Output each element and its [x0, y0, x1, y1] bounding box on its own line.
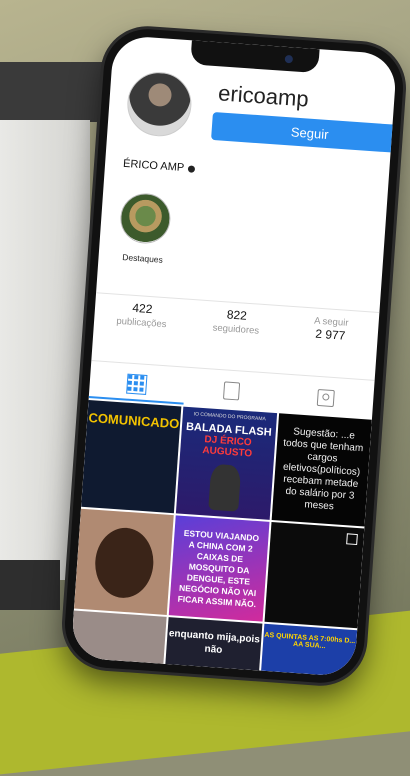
post-text: Sugestão: ...e todos que tenham cargos e…	[282, 426, 364, 513]
post-thumbnail[interactable]	[264, 521, 365, 629]
post-thumbnail[interactable]	[73, 508, 175, 615]
background-dark-block	[0, 560, 60, 610]
person-figure	[208, 463, 242, 512]
stat-following[interactable]: A seguir 2 977	[281, 311, 379, 373]
post-thumbnail[interactable]: enquanto mija,pois não	[165, 617, 263, 671]
post-thumbnail[interactable]: AS QUINTAS AS 7:00hs D... AA SUA...	[260, 623, 358, 678]
post-thumbnail[interactable]: IO COMANDO DO PROGRAMA BALADA FLASH DJ É…	[176, 406, 277, 520]
post-text: enquanto mija,pois não	[168, 628, 261, 656]
background-dark-panel	[0, 62, 115, 122]
phone: ericoamp Seguir ÉRICO AMP Destaques 422 …	[62, 26, 406, 686]
tab-igtv[interactable]	[183, 371, 280, 412]
posts-grid: COMUNICADO IO COMANDO DO PROGRAMA BALADA…	[70, 399, 372, 678]
post-text: ESTOU VIAJANDO A CHINA COM 2 CAIXAS DE M…	[177, 527, 260, 610]
story-highlight[interactable]: Destaques	[114, 191, 175, 266]
stat-followers[interactable]: 822 seguidores	[186, 305, 284, 367]
avatar[interactable]	[125, 70, 194, 139]
post-thumbnail[interactable]: ESTOU VIAJANDO A CHINA COM 2 CAIXAS DE M…	[169, 515, 270, 622]
dot-icon	[187, 164, 196, 173]
stat-posts: 422 publicações	[92, 298, 190, 360]
post-text: AS QUINTAS AS 7:00hs D... AA SUA...	[264, 631, 356, 651]
phone-screen: ericoamp Seguir ÉRICO AMP Destaques 422 …	[70, 34, 398, 678]
highlight-thumbnail	[118, 191, 173, 246]
multi-photo-icon	[346, 533, 358, 546]
phone-notch	[190, 40, 320, 74]
tagged-icon	[316, 388, 336, 407]
grid-icon	[126, 373, 148, 395]
highlight-label: Destaques	[121, 251, 164, 265]
username: ericoamp	[217, 80, 310, 112]
post-title: COMUNICADO	[87, 410, 180, 432]
tab-tagged[interactable]	[278, 377, 375, 418]
post-thumbnail[interactable]: Sugestão: ...e todos que tenham cargos e…	[271, 413, 372, 527]
post-thumbnail[interactable]: COMUNICADO	[81, 399, 182, 514]
person-photo	[92, 525, 156, 600]
post-thumbnail[interactable]	[70, 610, 167, 664]
camera-icon	[284, 54, 294, 64]
tv-icon	[222, 381, 241, 401]
display-name-text: ÉRICO AMP	[122, 157, 185, 175]
display-name: ÉRICO AMP	[123, 158, 196, 175]
profile-header: ericoamp Seguir	[124, 64, 398, 166]
follow-button[interactable]: Seguir	[211, 111, 398, 154]
